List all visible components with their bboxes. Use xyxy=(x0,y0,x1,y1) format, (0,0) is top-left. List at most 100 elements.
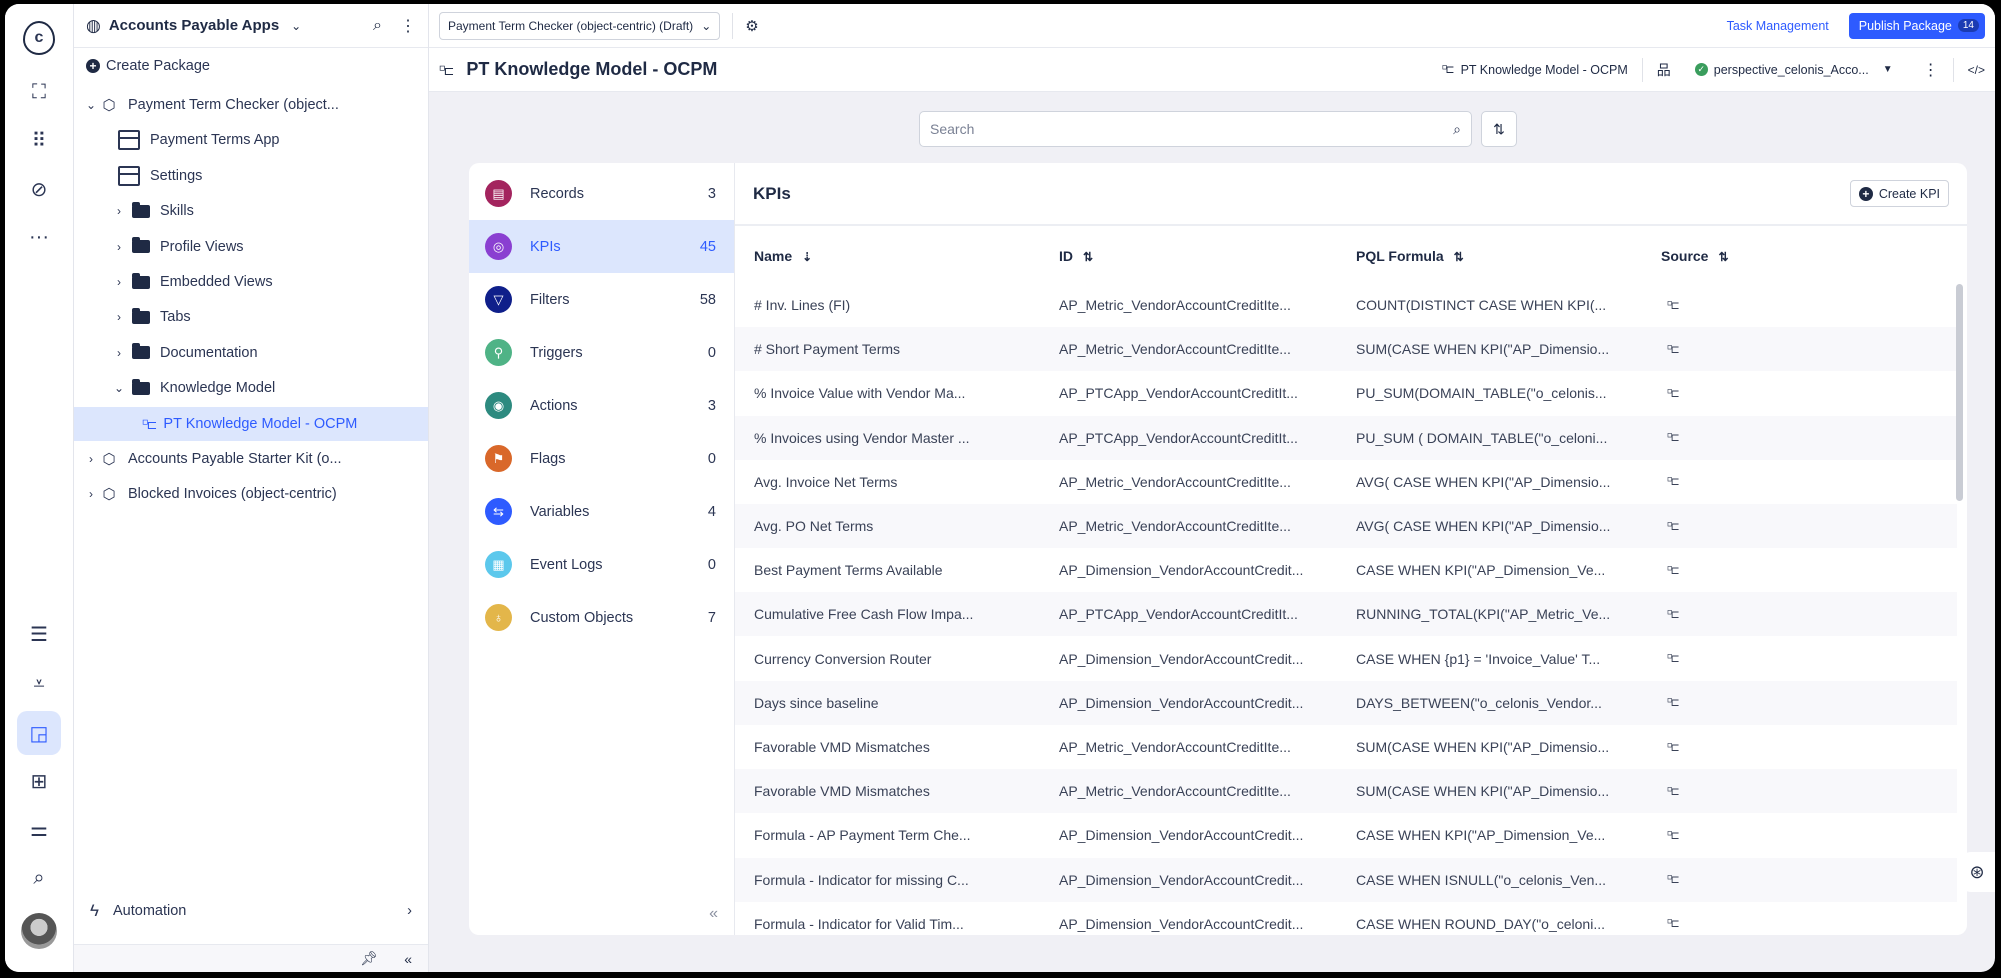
table-row[interactable]: Favorable VMD Mismatches AP_Metric_Vendor… xyxy=(735,725,1957,769)
table-row[interactable]: % Invoices using Vendor Master ... AP_PTC… xyxy=(735,415,1957,460)
tree-item[interactable]: › Profile Views xyxy=(74,230,428,264)
knowledge-model-source-icon[interactable]: ⸋⊏ xyxy=(1667,651,1680,666)
tree-item[interactable]: Payment Terms App xyxy=(74,123,428,157)
knowledge-model-source-icon[interactable]: ⸋⊏ xyxy=(1667,563,1680,578)
category-event-logs[interactable]: ▦ Event Logs 0 xyxy=(469,538,734,591)
table-row[interactable]: Avg. Invoice Net Terms AP_Metric_VendorAc… xyxy=(735,460,1957,504)
search-input[interactable]: Search ⌕ xyxy=(919,111,1472,147)
chevron-down-icon[interactable]: ⌄ xyxy=(112,381,126,395)
knowledge-model-source-icon[interactable]: ⸋⊏ xyxy=(1667,695,1680,710)
celonis-logo[interactable]: c xyxy=(17,18,61,58)
category-custom-objects[interactable]: ♁ Custom Objects 7 xyxy=(469,591,734,644)
chevron-right-icon[interactable]: › xyxy=(112,275,126,289)
create-package-button[interactable]: + Create Package xyxy=(74,49,428,83)
knowledge-model-source-icon[interactable]: ⸋⊏ xyxy=(1667,342,1680,357)
create-kpi-button[interactable]: + Create KPI xyxy=(1849,180,1949,207)
scrollbar[interactable] xyxy=(1956,284,1963,501)
column-id[interactable]: ID ⇅ xyxy=(1059,248,1093,264)
caret-down-icon[interactable]: ▼ xyxy=(1883,64,1893,75)
more-icon[interactable]: ··· xyxy=(17,217,61,257)
category-actions[interactable]: ◉ Actions 3 xyxy=(469,379,734,432)
table-row[interactable]: Best Payment Terms Available AP_Dimension… xyxy=(735,548,1957,592)
collapse-sidebar-icon[interactable]: « xyxy=(404,951,412,967)
table-row[interactable]: Days since baseline AP_Dimension_VendorAc… xyxy=(735,680,1957,725)
code-icon[interactable]: </> xyxy=(1968,63,1985,77)
category-kpis[interactable]: ◎ KPIs 45 xyxy=(469,220,734,273)
knowledge-model-source-icon[interactable]: ⸋⊏ xyxy=(1667,386,1680,401)
tree-item[interactable]: ⌄ Knowledge Model xyxy=(74,371,428,405)
table-row[interactable]: Favorable VMD Mismatches AP_Metric_Vendor… xyxy=(735,769,1957,814)
filter-sort-button[interactable]: ⇅ xyxy=(1481,111,1517,147)
tree-item[interactable]: › Tabs xyxy=(74,300,428,334)
chevron-right-icon[interactable]: › xyxy=(84,487,98,501)
studio-icon[interactable]: ◲ xyxy=(17,711,61,755)
km-label[interactable]: PT Knowledge Model - OCPM xyxy=(1461,63,1628,77)
table-row[interactable]: # Short Payment Terms AP_Metric_VendorAcc… xyxy=(735,327,1957,372)
avatar[interactable] xyxy=(17,911,61,951)
tree-item[interactable]: › Documentation xyxy=(74,336,428,370)
more-vertical-icon[interactable]: ⋮ xyxy=(1923,60,1939,80)
column-name[interactable]: Name ⇣ xyxy=(754,248,812,264)
table-row[interactable]: % Invoice Value with Vendor Ma... AP_PTCA… xyxy=(735,371,1957,415)
table-row[interactable]: Avg. PO Net Terms AP_Metric_VendorAccount… xyxy=(735,504,1957,548)
search-icon[interactable]: ⌕ xyxy=(17,858,61,898)
table-row[interactable]: Cumulative Free Cash Flow Impa... AP_PTCA… xyxy=(735,592,1957,637)
category-variables[interactable]: ⇆ Variables 4 xyxy=(469,485,734,538)
apps-grid-icon[interactable]: ⠿ xyxy=(17,120,61,160)
process-icon[interactable]: ⛶ xyxy=(17,72,61,112)
knowledge-model-source-icon[interactable]: ⸋⊏ xyxy=(1667,740,1680,755)
settings-sliders-icon[interactable]: ⚌ xyxy=(17,809,61,849)
pin-icon[interactable]: 📌︎ xyxy=(360,950,378,967)
tree-item[interactable]: › Skills xyxy=(74,194,428,228)
chevron-down-icon[interactable]: ⌄ xyxy=(291,19,301,33)
knowledge-model-source-icon[interactable]: ⸋⊏ xyxy=(1667,607,1680,622)
search-icon[interactable]: ⌕ xyxy=(373,17,382,35)
marketplace-icon[interactable]: ⊞ xyxy=(17,761,61,801)
table-row[interactable]: Formula - Indicator for missing C... AP_D… xyxy=(735,857,1957,902)
data-icon[interactable]: ☰ xyxy=(17,614,61,654)
collapse-icon[interactable]: « xyxy=(709,905,718,923)
chevron-right-icon[interactable]: › xyxy=(112,240,126,254)
knowledge-model-source-icon[interactable]: ⸋⊏ xyxy=(1667,916,1680,931)
tree-item[interactable]: Settings xyxy=(74,159,428,193)
column-source[interactable]: Source ⇅ xyxy=(1661,248,1729,264)
category-filters[interactable]: ▽ Filters 58 xyxy=(469,273,734,326)
knowledge-model-source-icon[interactable]: ⸋⊏ xyxy=(1667,828,1680,843)
automation-item[interactable]: ϟ Automation › xyxy=(74,894,428,928)
tree-item[interactable]: › Embedded Views xyxy=(74,265,428,299)
chevron-right-icon[interactable]: › xyxy=(112,310,126,324)
chevron-right-icon[interactable]: › xyxy=(112,204,126,218)
package-version-select[interactable]: Payment Term Checker (object-centric) (D… xyxy=(439,11,721,40)
ingest-icon[interactable]: ⩡ xyxy=(17,664,61,704)
task-management-link[interactable]: Task Management xyxy=(1727,19,1829,33)
more-vertical-icon[interactable]: ⋮ xyxy=(400,16,416,36)
gear-icon[interactable]: ⚙ xyxy=(745,17,758,35)
hierarchy-icon[interactable]: 品 xyxy=(1657,60,1671,80)
knowledge-model-source-icon[interactable]: ⸋⊏ xyxy=(1667,519,1680,534)
table-row[interactable]: Formula - Indicator for Valid Tim... AP_D… xyxy=(735,902,1957,935)
column-pql[interactable]: PQL Formula ⇅ xyxy=(1356,248,1464,264)
table-row[interactable]: Currency Conversion Router AP_Dimension_V… xyxy=(735,637,1957,681)
knowledge-model-source-icon[interactable]: ⸋⊏ xyxy=(1667,784,1680,799)
perspective-select[interactable]: perspective_celonis_Acco... xyxy=(1714,63,1869,77)
chevron-right-icon[interactable]: › xyxy=(84,452,98,466)
category-triggers[interactable]: ⚲ Triggers 0 xyxy=(469,326,734,379)
tree-item[interactable]: ⌄ ⬡ Payment Term Checker (object... xyxy=(74,88,428,122)
knowledge-model-source-icon[interactable]: ⸋⊏ xyxy=(1667,298,1680,313)
knowledge-model-source-icon[interactable]: ⸋⊏ xyxy=(1667,474,1680,489)
knowledge-model-source-icon[interactable]: ⸋⊏ xyxy=(1667,872,1680,887)
category-flags[interactable]: ⚑ Flags 0 xyxy=(469,432,734,485)
space-title[interactable]: Accounts Payable Apps xyxy=(109,17,279,34)
table-row[interactable]: # Inv. Lines (FI) AP_Metric_VendorAccount… xyxy=(735,283,1957,327)
table-row[interactable]: Formula - AP Payment Term Che... AP_Dimen… xyxy=(735,813,1957,857)
tree-item[interactable]: › ⬡ Accounts Payable Starter Kit (o... xyxy=(74,442,428,476)
publish-package-button[interactable]: Publish Package 14 xyxy=(1848,12,1985,39)
knowledge-model-source-icon[interactable]: ⸋⊏ xyxy=(1667,430,1680,445)
tree-item[interactable]: › ⬡ Blocked Invoices (object-centric) xyxy=(74,477,428,511)
chevron-down-icon[interactable]: ⌄ xyxy=(84,98,98,112)
category-records[interactable]: ▤ Records 3 xyxy=(469,167,734,220)
compass-icon[interactable]: ⊘ xyxy=(17,169,61,209)
tree-item[interactable]: ⸋⊏ PT Knowledge Model - OCPM xyxy=(74,406,428,441)
help-lifebuoy-icon[interactable]: ⊛ xyxy=(1959,852,1995,892)
chevron-right-icon[interactable]: › xyxy=(112,346,126,360)
